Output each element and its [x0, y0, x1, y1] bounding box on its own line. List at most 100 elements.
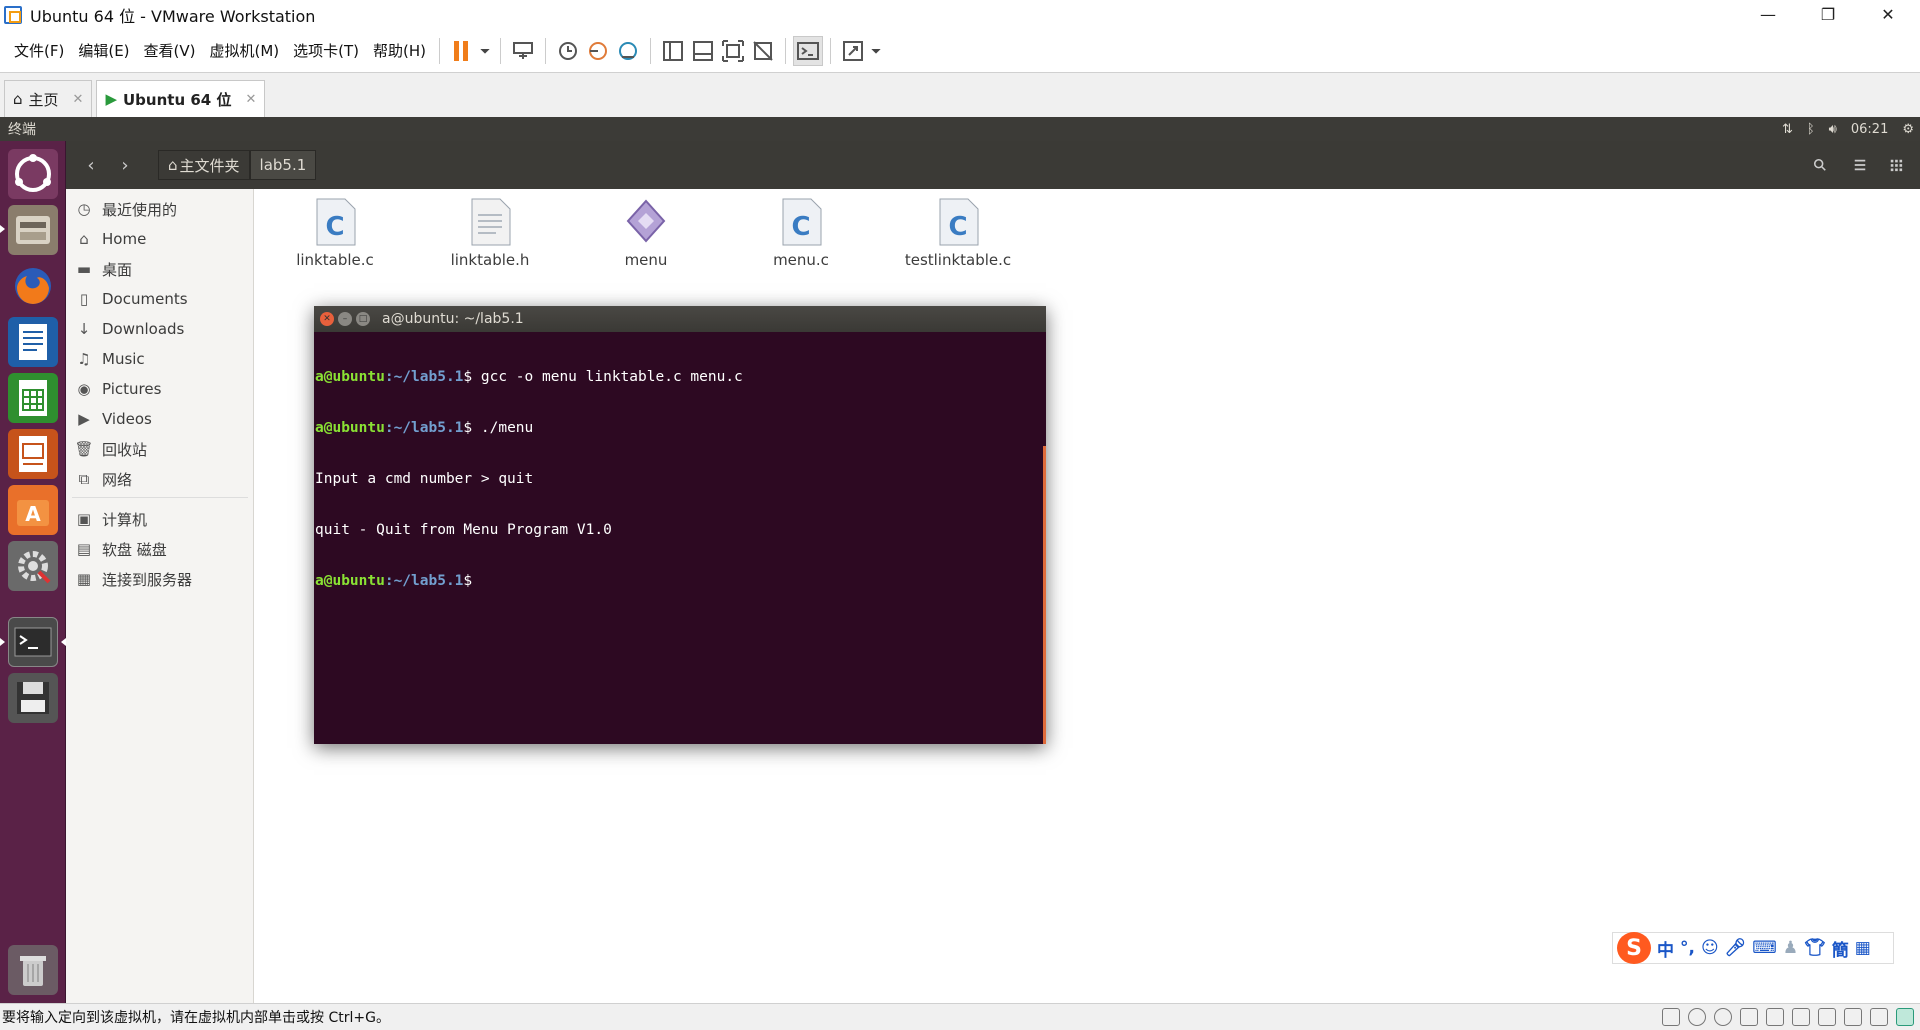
maximize-icon[interactable]: □ — [356, 312, 370, 326]
writer-icon[interactable] — [8, 317, 58, 367]
stretch-dropdown-icon[interactable] — [868, 36, 884, 66]
menu-file[interactable]: 文件(F) — [8, 40, 70, 61]
sidebar-item-recent[interactable]: ◷ 最近使用的 — [76, 197, 177, 221]
snapshot-manager-icon[interactable] — [613, 36, 643, 66]
tab-ubuntu-close-icon[interactable]: ✕ — [245, 92, 256, 107]
skin-icon[interactable]: 👕︎ — [1804, 938, 1826, 958]
menu-tabs[interactable]: 选项卡(T) — [287, 40, 365, 61]
floppy-icon[interactable] — [1740, 1008, 1758, 1026]
ubuntu-top-panel: 终端 ⇅ ᛒ 🔊︎ 06:21 ⚙ — [0, 117, 1920, 141]
software-center-icon[interactable]: A — [8, 485, 58, 535]
tab-ubuntu[interactable]: ▶ Ubuntu 64 位 ✕ — [96, 80, 266, 117]
close-icon[interactable]: ✕ — [320, 312, 334, 326]
sidebar-item-desktop[interactable]: ▬ 桌面 — [76, 257, 132, 281]
menu-help[interactable]: 帮助(H) — [367, 40, 432, 61]
terminal-scrollbar[interactable] — [1043, 446, 1046, 744]
unity-mode-icon[interactable] — [748, 36, 778, 66]
file-item[interactable]: menu — [581, 197, 711, 269]
files-icon[interactable] — [8, 205, 58, 255]
sidebar-item-connect-server[interactable]: ▦ 连接到服务器 — [76, 567, 192, 591]
stretch-view-icon[interactable] — [838, 36, 868, 66]
cd-rom-icon[interactable] — [1688, 1008, 1706, 1026]
minimize-button[interactable]: — — [1740, 0, 1796, 29]
prompt-symbol: $ — [463, 420, 473, 436]
sidebar-item-documents[interactable]: ▯ Documents — [76, 287, 188, 311]
sidebar-item-network[interactable]: ⧉ 网络 — [76, 467, 132, 491]
message-log-icon[interactable] — [1896, 1008, 1914, 1026]
printer-icon[interactable] — [1792, 1008, 1810, 1026]
terminal-window[interactable]: ✕ – □ a@ubuntu: ~/lab5.1 a@ubuntu:~/lab5… — [314, 306, 1046, 744]
sidebar-item-computer[interactable]: ▣ 计算机 — [76, 507, 147, 531]
sogou-logo-icon[interactable]: S — [1617, 932, 1651, 964]
file-item[interactable]: C testlinktable.c — [893, 197, 1023, 269]
pause-icon[interactable] — [447, 36, 477, 66]
thumbnail-view-icon[interactable] — [688, 36, 718, 66]
trash-icon[interactable] — [8, 945, 58, 995]
forward-icon[interactable]: › — [110, 150, 140, 180]
pause-dropdown-icon[interactable] — [477, 36, 493, 66]
breadcrumb-home[interactable]: ⌂ 主文件夹 — [158, 150, 250, 180]
restore-button[interactable]: ❐ — [1800, 0, 1856, 29]
sidebar-item-pictures[interactable]: ◉ Pictures — [76, 377, 161, 401]
menu-vm[interactable]: 虚拟机(M) — [204, 40, 286, 61]
snapshot-icon[interactable] — [553, 36, 583, 66]
gear-icon[interactable]: ⚙ — [1902, 122, 1914, 137]
sidebar-item-music[interactable]: ♫ Music — [76, 347, 144, 371]
console-view-icon[interactable] — [793, 35, 824, 66]
sidebar-item-videos[interactable]: ▶ Videos — [76, 407, 152, 431]
sidebar-item-downloads[interactable]: ↓ Downloads — [76, 317, 185, 341]
library-view-icon[interactable] — [658, 36, 688, 66]
prompt-user: a@ubuntu — [315, 369, 385, 385]
back-icon[interactable]: ‹ — [76, 150, 106, 180]
microphone-icon[interactable]: 🎤︎ — [1725, 938, 1747, 958]
ime-punct-toggle[interactable]: °, — [1680, 938, 1695, 958]
breadcrumb-current[interactable]: lab5.1 — [249, 150, 317, 180]
bluetooth-icon[interactable]: ᛒ — [1807, 122, 1815, 137]
ime-mode-toggle[interactable]: 中 — [1657, 936, 1674, 961]
terminal-icon[interactable] — [8, 617, 58, 667]
volume-icon[interactable]: 🔊︎ — [1829, 122, 1837, 137]
close-window-button[interactable]: ✕ — [1860, 0, 1916, 29]
network-icon[interactable]: ⇅ — [1782, 122, 1793, 137]
file-item[interactable]: C linktable.c — [270, 197, 400, 269]
network-adapter-icon[interactable] — [1766, 1008, 1784, 1026]
emoji-icon[interactable]: ☺ — [1701, 938, 1719, 958]
terminal-titlebar[interactable]: ✕ – □ a@ubuntu: ~/lab5.1 — [314, 306, 1046, 332]
panel-clock[interactable]: 06:21 — [1851, 122, 1888, 137]
floppy-icon[interactable] — [8, 673, 58, 723]
list-view-icon[interactable] — [1844, 150, 1876, 180]
file-item[interactable]: linktable.h — [425, 197, 555, 269]
svg-text:C: C — [948, 212, 967, 242]
sidebar-item-floppy[interactable]: ▤ 软盘 磁盘 — [76, 537, 167, 561]
simplified-icon[interactable]: 簡 — [1832, 936, 1849, 961]
sidebar-item-home[interactable]: ⌂ Home — [76, 227, 146, 251]
terminal-output[interactable]: a@ubuntu:~/lab5.1$ gcc -o menu linktable… — [314, 332, 1046, 627]
launcher-running-indicator — [0, 225, 5, 233]
search-icon[interactable] — [1804, 150, 1836, 180]
tab-home[interactable]: ⌂ 主页 ✕ — [4, 80, 93, 117]
sidebar-item-trash[interactable]: 🗑︎ 回收站 — [74, 437, 147, 461]
hard-disk-icon[interactable] — [1662, 1008, 1680, 1026]
file-item[interactable]: C menu.c — [736, 197, 866, 269]
sound-icon[interactable] — [1818, 1008, 1836, 1026]
display-icon[interactable] — [1844, 1008, 1862, 1026]
revert-snapshot-icon[interactable] — [583, 36, 613, 66]
menu-view[interactable]: 查看(V) — [138, 40, 202, 61]
user-icon[interactable]: ♟ — [1783, 938, 1798, 958]
camera-icon[interactable] — [1870, 1008, 1888, 1026]
fullscreen-icon[interactable] — [718, 36, 748, 66]
firefox-icon[interactable] — [8, 261, 58, 311]
send-keys-icon[interactable] — [508, 36, 538, 66]
impress-icon[interactable] — [8, 429, 58, 479]
dash-icon[interactable] — [8, 149, 58, 199]
ime-menu-icon[interactable]: ▦ — [1855, 938, 1871, 958]
launcher-running-indicator — [0, 638, 5, 646]
system-settings-icon[interactable] — [8, 541, 58, 591]
keyboard-icon[interactable]: ⌨ — [1752, 938, 1777, 958]
tab-home-close-icon[interactable]: ✕ — [73, 92, 84, 107]
menu-edit[interactable]: 编辑(E) — [72, 40, 135, 61]
calc-icon[interactable] — [8, 373, 58, 423]
minimize-icon[interactable]: – — [338, 312, 352, 326]
cd-rom-icon[interactable] — [1714, 1008, 1732, 1026]
grid-view-icon[interactable] — [1880, 150, 1912, 180]
